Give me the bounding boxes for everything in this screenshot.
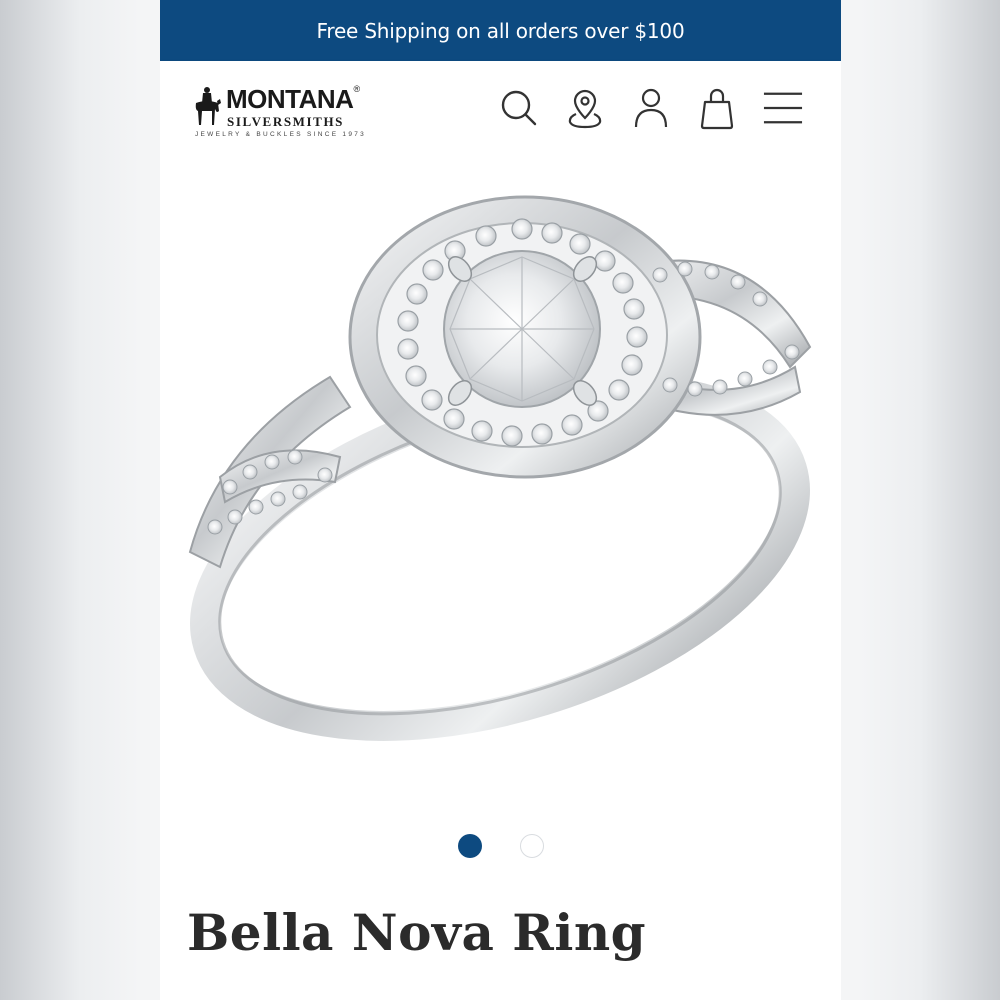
brand-logo[interactable]: MONTANA® SILVERSMITHS JEWELRY & BUCKLES …	[193, 83, 418, 145]
cart-button[interactable]	[697, 86, 737, 130]
carousel-dot-1[interactable]	[457, 834, 482, 858]
menu-button[interactable]	[763, 86, 803, 130]
promo-banner[interactable]: Free Shipping on all orders over $100	[160, 0, 841, 61]
site-header: MONTANA® SILVERSMITHS JEWELRY & BUCKLES …	[160, 61, 841, 157]
product-title: Bella Nova Ring	[187, 903, 647, 962]
account-icon	[634, 88, 668, 128]
product-image-ring[interactable]	[160, 157, 841, 817]
brand-sub: SILVERSMITHS	[227, 114, 344, 129]
store-locator-icon	[568, 89, 602, 129]
menu-icon	[763, 92, 803, 124]
promo-text: Free Shipping on all orders over $100	[316, 18, 685, 43]
store-locator-button[interactable]	[565, 86, 605, 130]
account-button[interactable]	[631, 86, 671, 130]
cart-bag-icon	[700, 88, 734, 130]
brand-name: MONTANA®	[226, 84, 360, 114]
carousel-dot-2[interactable]	[519, 834, 544, 858]
search-icon	[501, 90, 537, 126]
header-icons	[499, 86, 803, 130]
horse-rider-logo-icon	[195, 87, 221, 125]
brand-tagline: JEWELRY & BUCKLES SINCE 1973	[195, 131, 367, 138]
carousel-dots	[160, 834, 841, 858]
search-button[interactable]	[499, 86, 539, 130]
mobile-page: Free Shipping on all orders over $100 MO…	[160, 0, 841, 1000]
